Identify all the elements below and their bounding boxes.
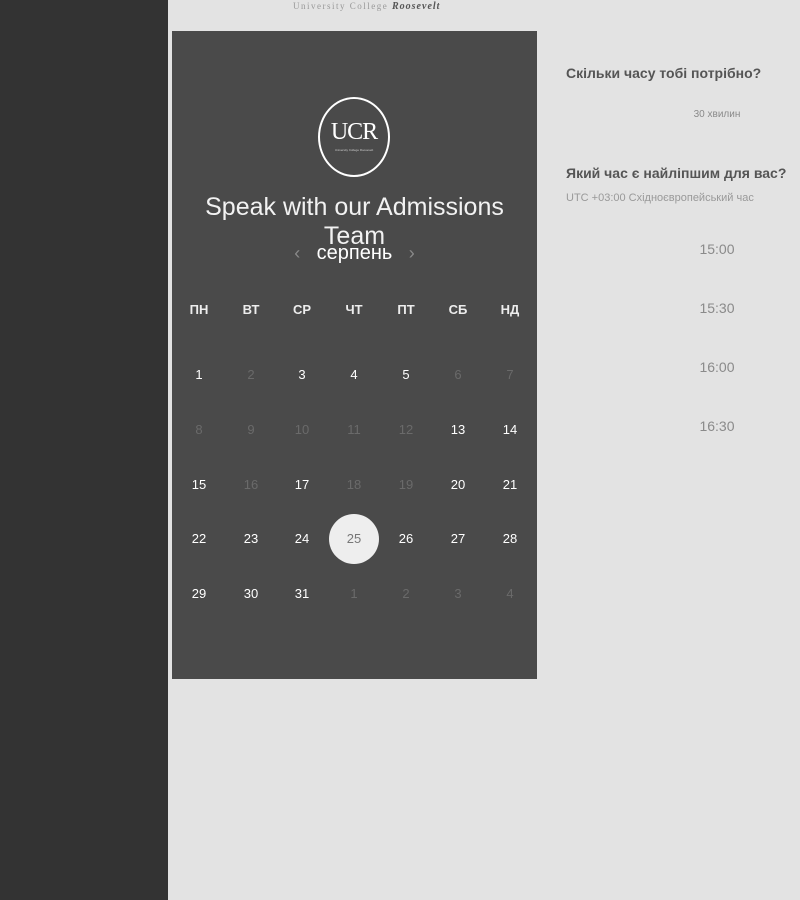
- calendar-day: 10: [294, 422, 310, 437]
- calendar-day[interactable]: 29: [174, 569, 224, 619]
- calendar-day[interactable]: 1: [174, 350, 224, 400]
- prev-month-icon[interactable]: ‹: [286, 243, 308, 264]
- timezone-label[interactable]: UTC +03:00 Східноєвропейський час: [566, 192, 800, 204]
- calendar-day: 3: [454, 586, 462, 601]
- calendar-day[interactable]: 4: [329, 350, 379, 400]
- time-slot-button[interactable]: 16:00: [667, 359, 767, 375]
- time-slot-button[interactable]: 15:30: [667, 300, 767, 316]
- calendar-day: 18: [346, 477, 362, 492]
- time-slot-button[interactable]: 16:30: [667, 418, 767, 434]
- calendar-day[interactable]: 23: [226, 514, 276, 564]
- calendar-day[interactable]: 27: [433, 514, 483, 564]
- calendar-day[interactable]: 24: [277, 514, 327, 564]
- calendar-day: 11: [347, 422, 361, 437]
- time-slot-button[interactable]: 15:00: [667, 241, 767, 257]
- left-sidebar: [0, 0, 168, 900]
- calendar-day: 16: [243, 477, 259, 492]
- logo-subtext: University College Roosevelt: [334, 148, 374, 152]
- next-month-icon[interactable]: ›: [401, 243, 423, 264]
- duration-question: Скільки часу тобі потрібно?: [566, 65, 762, 81]
- month-navigation: ‹ серпень ›: [172, 242, 537, 265]
- selected-day[interactable]: 25: [329, 514, 379, 564]
- calendar-day: 2: [402, 586, 410, 601]
- calendar-day[interactable]: 14: [485, 405, 535, 455]
- brand-header: University College Roosevelt: [293, 1, 463, 12]
- logo-text: UCR: [330, 119, 378, 145]
- month-label: серпень: [316, 242, 393, 264]
- calendar-day: 12: [398, 422, 414, 437]
- calendar-day: 2: [247, 367, 255, 382]
- calendar-day: 6: [454, 367, 462, 382]
- weekday-header: ПТ: [397, 302, 415, 317]
- calendar-day[interactable]: 30: [226, 569, 276, 619]
- weekday-header: НД: [500, 302, 520, 317]
- calendar-panel: UCR University College Roosevelt Speak w…: [172, 31, 537, 679]
- calendar-day[interactable]: 5: [381, 350, 431, 400]
- calendar-day: 8: [195, 422, 203, 437]
- calendar-day: 4: [506, 586, 514, 601]
- calendar-day: 9: [247, 422, 255, 437]
- calendar-day[interactable]: 20: [433, 460, 483, 510]
- weekday-header: СБ: [448, 302, 468, 317]
- weekday-header: ЧТ: [345, 302, 363, 317]
- ucr-logo: UCR University College Roosevelt: [318, 97, 390, 177]
- calendar-day[interactable]: 3: [277, 350, 327, 400]
- time-question: Який час є найліпшим для вас?: [566, 165, 787, 181]
- weekday-header: СР: [292, 302, 312, 317]
- duration-option[interactable]: 30 хвилин: [657, 109, 777, 120]
- calendar-day[interactable]: 21: [485, 460, 535, 510]
- calendar-day: 1: [350, 586, 358, 601]
- calendar-day[interactable]: 22: [174, 514, 224, 564]
- weekday-header: ПН: [189, 302, 209, 317]
- calendar-day: 19: [398, 477, 414, 492]
- calendar-day[interactable]: 15: [174, 460, 224, 510]
- calendar-day[interactable]: 17: [277, 460, 327, 510]
- weekday-header: ВТ: [242, 302, 260, 317]
- calendar-day[interactable]: 13: [433, 405, 483, 455]
- brand-prefix: University College: [293, 1, 392, 11]
- calendar-day[interactable]: 28: [485, 514, 535, 564]
- calendar-day[interactable]: 26: [381, 514, 431, 564]
- calendar-day[interactable]: 31: [277, 569, 327, 619]
- booking-panel: Скільки часу тобі потрібно? 30 хвилин Як…: [537, 31, 800, 683]
- calendar-day: 7: [506, 367, 514, 382]
- brand-name: Roosevelt: [392, 1, 441, 12]
